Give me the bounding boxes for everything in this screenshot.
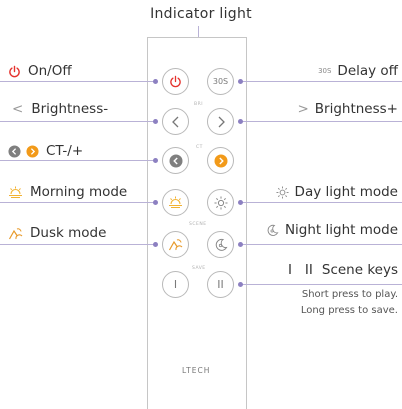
- dusk-icon: [168, 239, 183, 251]
- power-icon: [9, 65, 20, 77]
- ct-minus-icon: [169, 154, 182, 167]
- label-night-light-mode: Night light mode: [266, 222, 398, 238]
- leader-dot-delay-off: [238, 79, 243, 84]
- brightness-minus-button[interactable]: [162, 108, 189, 135]
- chevron-right-glyph: >: [297, 101, 309, 117]
- label-on-off: On/Off: [8, 63, 72, 79]
- label-night-light-mode-text: Night light mode: [284, 222, 398, 238]
- leader-line-ct: [0, 160, 155, 161]
- section-label-ct: CT: [196, 145, 203, 150]
- leader-dot-brightness-plus: [238, 119, 243, 124]
- label-brightness-minus-text: Brightness-: [31, 101, 109, 117]
- leader-line-dusk: [0, 244, 155, 245]
- section-label-bri: BRI: [194, 102, 204, 107]
- sunrise-icon: [169, 196, 182, 208]
- label-brightness-plus: > Brightness+: [297, 101, 398, 117]
- ct-minus-button[interactable]: [162, 147, 189, 174]
- sunrise-icon: [9, 186, 22, 198]
- ct-plus-icon: [214, 154, 227, 167]
- label-ct-text: CT-/+: [46, 143, 84, 159]
- sun-icon: [214, 196, 227, 209]
- ct-plus-button[interactable]: [207, 147, 234, 174]
- chevron-left-glyph: <: [12, 101, 24, 117]
- day-light-mode-button[interactable]: [207, 189, 234, 216]
- chevron-right-icon: [218, 116, 225, 127]
- label-scene-keys: I II Scene keys: [288, 262, 398, 278]
- label-dusk-mode-text: Dusk mode: [30, 225, 107, 241]
- label-on-off-text: On/Off: [28, 63, 72, 79]
- scene-keys-glyph: I II: [288, 262, 313, 278]
- delay-off-glyph: 30S: [318, 67, 332, 75]
- leader-line-morning: [0, 202, 155, 203]
- leader-dot-on-off: [153, 79, 158, 84]
- label-delay-off: 30S Delay off: [318, 63, 398, 79]
- scene-keys-note-long: Long press to save.: [300, 305, 398, 316]
- morning-mode-button[interactable]: [162, 189, 189, 216]
- label-brightness-plus-text: Brightness+: [314, 101, 398, 117]
- scene-1-button-label: I: [173, 278, 178, 291]
- leader-line-night-light: [241, 244, 402, 245]
- leader-dot-ct: [153, 158, 158, 163]
- chevron-left-icon: [171, 116, 178, 127]
- label-delay-off-text: Delay off: [337, 63, 398, 79]
- scene-1-button[interactable]: I: [162, 271, 189, 298]
- label-day-light-mode: Day light mode: [276, 184, 398, 200]
- leader-dot-scene-keys: [238, 282, 243, 287]
- leader-line-day-light: [241, 202, 402, 203]
- power-icon: [170, 75, 181, 88]
- leader-dot-dusk: [153, 242, 158, 247]
- brightness-plus-button[interactable]: [207, 108, 234, 135]
- label-scene-keys-text: Scene keys: [321, 262, 398, 278]
- delay-off-button[interactable]: 30S: [207, 68, 234, 95]
- remote-brand-logo: LTECH: [182, 366, 211, 375]
- label-day-light-mode-text: Day light mode: [294, 184, 398, 200]
- ct-minus-icon: [8, 144, 21, 158]
- leader-line-brightness-plus: [241, 121, 402, 122]
- leader-dot-morning: [153, 200, 158, 205]
- leader-line-scene-keys: [241, 284, 402, 285]
- section-label-scene: SCENE: [189, 222, 207, 227]
- delay-off-button-label: 30S: [212, 77, 229, 86]
- section-label-save: SAVE: [192, 266, 206, 271]
- scene-2-button-label: II: [217, 278, 224, 291]
- scene-keys-note-short: Short press to play.: [301, 289, 398, 300]
- leader-line-delay-off: [241, 81, 402, 82]
- leader-line-on-off: [0, 81, 155, 82]
- leader-dot-night-light: [238, 242, 243, 247]
- label-morning-mode-text: Morning mode: [30, 184, 128, 200]
- label-morning-mode: Morning mode: [8, 184, 127, 200]
- leader-line-brightness-minus: [0, 121, 155, 122]
- label-brightness-minus: < Brightness-: [12, 101, 108, 117]
- label-dusk-mode: Dusk mode: [8, 225, 106, 241]
- label-ct: CT-/+: [8, 143, 83, 159]
- night-light-mode-button[interactable]: [207, 231, 234, 258]
- scene-2-button[interactable]: II: [207, 271, 234, 298]
- moon-icon: [267, 224, 279, 236]
- indicator-light-title: Indicator light: [150, 6, 252, 22]
- dusk-mode-button[interactable]: [162, 231, 189, 258]
- dusk-icon: [8, 227, 23, 239]
- sun-icon: [276, 185, 289, 199]
- moon-icon: [215, 238, 227, 251]
- power-button[interactable]: [162, 68, 189, 95]
- leader-dot-brightness-minus: [153, 119, 158, 124]
- ct-plus-icon: [26, 144, 39, 158]
- leader-dot-day-light: [238, 200, 243, 205]
